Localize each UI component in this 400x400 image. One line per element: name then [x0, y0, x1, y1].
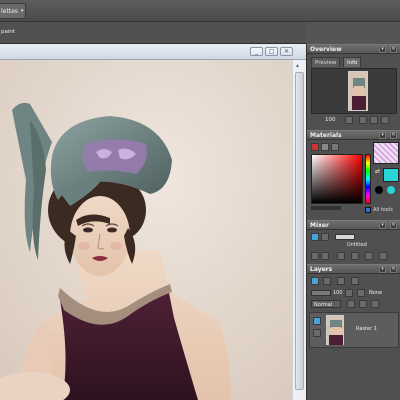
- gradient-toggle-icon[interactable]: [387, 186, 395, 194]
- toolbar-area: [30, 4, 400, 18]
- minimize-icon: _: [255, 47, 258, 55]
- chevron-down-icon: ▾: [20, 8, 24, 14]
- texture-toggle-icon[interactable]: [375, 186, 383, 194]
- mixer-tool-icon[interactable]: [337, 252, 345, 260]
- minimize-button[interactable]: _: [250, 47, 263, 56]
- paintshop-window: lettes ▾ paint _ □ ✕ ▴ Overview ▾ ✕ Prev…: [0, 0, 400, 400]
- palette-dock: Overview ▾ ✕ Preview Info 100 Materials: [306, 44, 400, 400]
- active-tool-name: paint: [1, 29, 16, 35]
- maximize-icon: □: [268, 47, 275, 55]
- swatches-tab-icon[interactable]: [331, 143, 339, 151]
- layer-option-icon[interactable]: [371, 300, 379, 308]
- layers-title: Layers: [310, 266, 333, 273]
- mixer-tool-icon[interactable]: [351, 252, 359, 260]
- scroll-up-icon[interactable]: ▴: [296, 62, 299, 69]
- layer-link-icon[interactable]: [313, 329, 321, 337]
- close-button[interactable]: ✕: [280, 47, 293, 56]
- document-titlebar[interactable]: _ □ ✕: [0, 44, 306, 60]
- mixer-preset-name: Untitled: [347, 242, 367, 248]
- mixer-save-icon[interactable]: [321, 252, 329, 260]
- swap-colors-icon[interactable]: ⇄: [375, 168, 380, 175]
- palettes-menu-button[interactable]: lettes ▾: [0, 3, 26, 19]
- scrollbar-thumb[interactable]: [295, 72, 304, 390]
- vertical-scrollbar[interactable]: ▴: [292, 60, 306, 400]
- close-icon: ✕: [283, 47, 290, 55]
- background-color-swatch[interactable]: [383, 168, 399, 182]
- tab-preview[interactable]: Preview: [311, 57, 341, 67]
- zoom-stepper[interactable]: [345, 116, 353, 124]
- layer-row[interactable]: Raster 1: [309, 312, 399, 348]
- lock-icon[interactable]: [357, 289, 365, 297]
- zoom-in-icon[interactable]: [359, 116, 367, 124]
- layer-visibility-icon[interactable]: [313, 317, 321, 325]
- layer-option-icon[interactable]: [359, 300, 367, 308]
- foreground-pattern-swatch[interactable]: [373, 142, 399, 164]
- menu-toolbar: lettes ▾: [0, 0, 400, 22]
- overview-panel-header[interactable]: Overview ▾ ✕: [307, 44, 400, 54]
- maximize-button[interactable]: □: [265, 47, 278, 56]
- zoom-out-icon[interactable]: [370, 116, 378, 124]
- layer-type-icon[interactable]: [323, 277, 331, 285]
- layer-thumbnail: [326, 315, 344, 345]
- panel-close-icon[interactable]: ✕: [390, 222, 397, 229]
- mixer-tool-icon[interactable]: [379, 252, 387, 260]
- mixer-panel: Untitled: [307, 230, 400, 264]
- panel-close-icon[interactable]: ✕: [390, 266, 397, 273]
- layer-name: Raster 1: [356, 326, 377, 332]
- panel-options-icon[interactable]: ▾: [379, 46, 386, 53]
- mixer-title: Mixer: [310, 222, 329, 229]
- blend-mode-value: Normal: [314, 302, 333, 308]
- new-layer-icon[interactable]: [311, 277, 319, 285]
- image-canvas[interactable]: [0, 60, 292, 400]
- color-picker-square[interactable]: [311, 154, 363, 204]
- recent-colors-strip[interactable]: [311, 206, 341, 210]
- rainbow-tab-icon[interactable]: [321, 143, 329, 151]
- layer-tool-icon[interactable]: [337, 277, 345, 285]
- mixer-pane-icon[interactable]: [311, 233, 319, 241]
- overview-preview-area[interactable]: [311, 68, 397, 114]
- blend-mode-select[interactable]: Normal: [311, 300, 341, 308]
- mixer-preset-box[interactable]: [335, 234, 355, 240]
- blend-none-label: None: [369, 290, 383, 296]
- overview-thumbnail: [348, 71, 368, 111]
- materials-panel-header[interactable]: Materials ▾ ✕: [307, 130, 400, 140]
- materials-panel: ⇄ All tools: [307, 140, 400, 220]
- layers-panel: 100 None Normal Raster 1: [307, 274, 400, 400]
- overview-panel: Preview Info 100: [307, 54, 400, 130]
- mixer-mode-icon[interactable]: [321, 233, 329, 241]
- opacity-value: 100: [333, 290, 343, 296]
- panel-options-icon[interactable]: ▾: [379, 222, 386, 229]
- palettes-label: lettes: [1, 7, 18, 15]
- zoom-fit-icon[interactable]: [381, 116, 389, 124]
- mixer-tool-icon[interactable]: [365, 252, 373, 260]
- opacity-slider[interactable]: [311, 290, 331, 296]
- all-tools-checkbox[interactable]: [365, 207, 371, 213]
- mixer-panel-header[interactable]: Mixer ▾ ✕: [307, 220, 400, 230]
- frame-tab-icon[interactable]: [311, 143, 319, 151]
- layer-option-icon[interactable]: [347, 300, 355, 308]
- layer-tool-icon[interactable]: [351, 277, 359, 285]
- overview-title: Overview: [310, 46, 342, 53]
- all-tools-label: All tools: [373, 207, 393, 213]
- materials-title: Materials: [310, 132, 342, 139]
- layers-panel-header[interactable]: Layers ▾ ✕: [307, 264, 400, 274]
- panel-close-icon[interactable]: ✕: [390, 132, 397, 139]
- panel-close-icon[interactable]: ✕: [390, 46, 397, 53]
- document-window: _ □ ✕ ▴: [0, 44, 306, 400]
- portrait-image: [0, 60, 292, 400]
- panel-options-icon[interactable]: ▾: [379, 266, 386, 273]
- panel-options-icon[interactable]: ▾: [379, 132, 386, 139]
- opacity-stepper[interactable]: [345, 289, 353, 297]
- tool-options-bar: paint: [0, 22, 306, 44]
- hue-slider[interactable]: [365, 154, 371, 204]
- mixer-open-icon[interactable]: [311, 252, 319, 260]
- tab-info[interactable]: Info: [343, 57, 362, 67]
- zoom-value: 100: [325, 117, 336, 123]
